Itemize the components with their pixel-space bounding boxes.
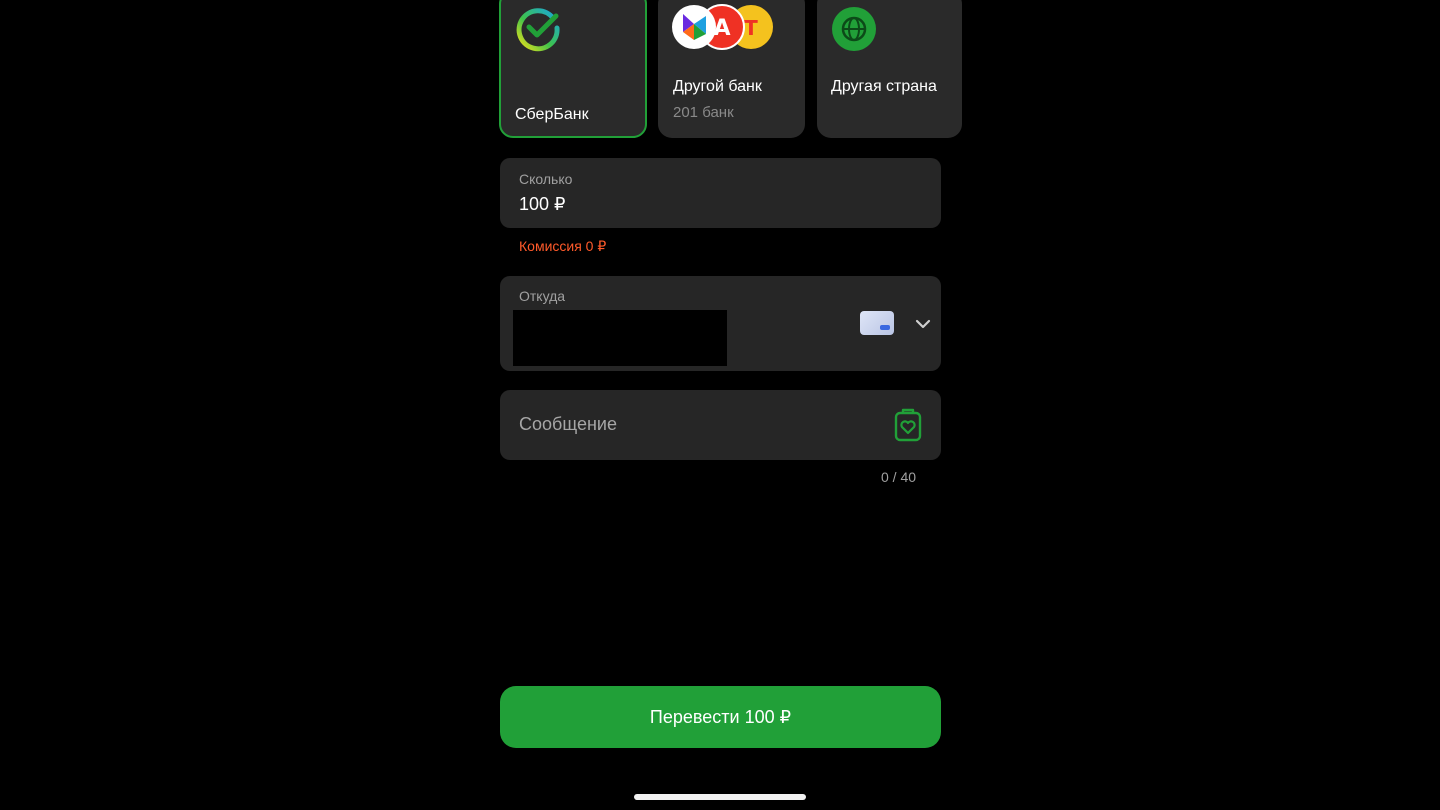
message-placeholder: Сообщение <box>519 414 617 434</box>
transfer-button[interactable]: Перевести 100 ₽ <box>500 686 941 748</box>
amount-field[interactable]: Сколько 100 ₽ <box>500 158 941 228</box>
message-char-counter: 0 / 40 <box>881 469 917 485</box>
bank-option-label: СберБанк <box>515 106 589 123</box>
amount-value[interactable]: 100 ₽ <box>519 194 566 215</box>
bank-option-label: Другой банк <box>673 78 762 95</box>
bank-option-other-bank[interactable]: Т А Другой банк 201 банк <box>658 0 805 138</box>
message-input[interactable]: Сообщение <box>500 390 941 460</box>
source-label: Откуда <box>519 288 566 304</box>
bank-card-icon <box>860 311 894 335</box>
transfer-screen: СберБанк Т А Другой банк 201 банк Другая… <box>493 0 962 810</box>
bank-option-other-country[interactable]: Другая страна <box>817 0 962 138</box>
sberbank-logo-icon <box>516 8 560 52</box>
redacted-account-info <box>513 310 727 366</box>
chevron-down-icon[interactable] <box>912 316 934 332</box>
bank-option-label: Другая страна <box>831 78 937 95</box>
globe-icon <box>832 7 876 51</box>
amount-label: Сколько <box>519 171 573 187</box>
home-indicator[interactable] <box>634 794 806 800</box>
svg-text:А: А <box>713 16 730 41</box>
source-account-select[interactable]: Откуда <box>500 276 941 371</box>
bank-option-sberbank[interactable]: СберБанк <box>499 0 647 138</box>
sticker-icon[interactable] <box>893 408 923 442</box>
bank-count: 201 банк <box>673 104 734 121</box>
svg-text:Т: Т <box>744 16 758 40</box>
commission-text: Комиссия 0 ₽ <box>519 238 607 254</box>
other-banks-logos-icon: Т А <box>672 4 773 50</box>
